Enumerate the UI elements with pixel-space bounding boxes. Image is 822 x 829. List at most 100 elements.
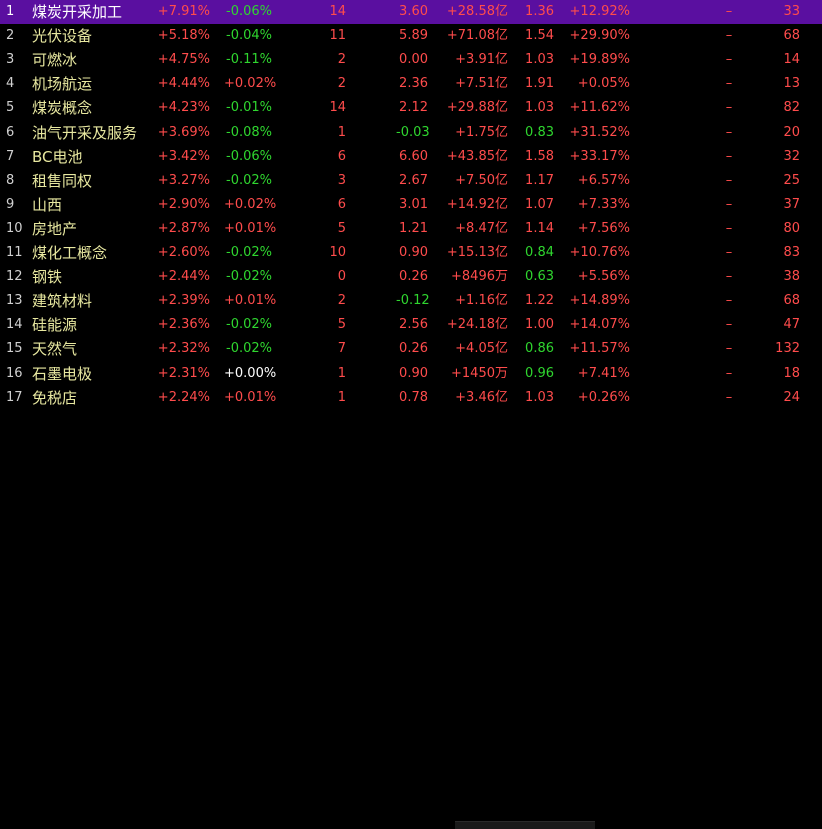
amount-value: +29.88亿 xyxy=(446,100,508,116)
amount-value: +1.16亿 xyxy=(455,293,508,309)
table-row[interactable]: 10 房地产 +2.87% +0.01% 5 1.21 +8.47亿 1.14 +7.56% – 8… xyxy=(0,217,822,241)
speed-percent: -0.11% xyxy=(226,52,272,68)
placeholder-dash: – xyxy=(725,220,733,236)
last-value: 68 xyxy=(783,28,800,44)
row-index: 4 xyxy=(6,76,15,92)
horizontal-scrollbar[interactable] xyxy=(0,410,822,829)
change-percent: +4.44% xyxy=(157,76,210,92)
percent-value: +7.41% xyxy=(577,365,630,381)
count-value: 2 xyxy=(337,76,346,92)
percent-value: +0.26% xyxy=(577,389,630,405)
price-value: 1.21 xyxy=(399,220,428,236)
speed-percent: -0.06% xyxy=(226,148,272,164)
sector-name: 可燃冰 xyxy=(32,51,78,70)
count-value: 6 xyxy=(337,148,346,164)
speed-percent: -0.02% xyxy=(226,341,272,357)
last-value: 13 xyxy=(783,76,800,92)
table-row[interactable]: 17 免税店 +2.24% +0.01% 1 0.78 +3.46亿 1.03 +0.26% – 2… xyxy=(0,386,822,410)
last-value: 20 xyxy=(783,124,800,140)
sector-name: 煤炭开采加工 xyxy=(32,3,123,21)
row-index: 8 xyxy=(6,172,15,188)
table-row[interactable]: 12 钢铁 +2.44% -0.02% 0 0.26 +8496万 0.63 +5.56% – 38 xyxy=(0,265,822,289)
table-row[interactable]: 7 BC电池 +3.42% -0.06% 6 6.60 +43.85亿 1.58 +33.17%… xyxy=(0,145,822,169)
table-row[interactable]: 14 硅能源 +2.36% -0.02% 5 2.56 +24.18亿 1.00 +14.07%… xyxy=(0,313,822,337)
percent-value: +6.57% xyxy=(577,172,630,188)
ratio-value: 0.83 xyxy=(525,124,554,140)
sector-name: 煤化工概念 xyxy=(32,244,108,262)
row-index: 10 xyxy=(6,220,23,236)
price-value: 0.78 xyxy=(399,389,428,405)
amount-value: +8.47亿 xyxy=(455,220,508,236)
last-value: 47 xyxy=(783,317,800,333)
change-percent: +3.27% xyxy=(157,172,210,188)
table-row[interactable]: 3 可燃冰 +4.75% -0.11% 2 0.00 +3.91亿 1.03 +19.89% – 1… xyxy=(0,48,822,72)
speed-percent: -0.06% xyxy=(226,4,272,19)
change-percent: +5.18% xyxy=(157,28,210,44)
price-value: 2.12 xyxy=(399,100,428,116)
table-row[interactable]: 4 机场航运 +4.44% +0.02% 2 2.36 +7.51亿 1.91 +0.05% – 1… xyxy=(0,72,822,96)
last-value: 38 xyxy=(783,269,800,285)
speed-percent: +0.01% xyxy=(224,220,277,236)
row-index: 3 xyxy=(6,52,15,68)
table-row[interactable]: 15 天然气 +2.32% -0.02% 7 0.26 +4.05亿 0.86 +11.57% –… xyxy=(0,337,822,361)
percent-value: +33.17% xyxy=(569,148,630,164)
row-index: 7 xyxy=(6,148,15,164)
last-value: 25 xyxy=(783,172,800,188)
sector-name: 机场航运 xyxy=(32,75,93,94)
price-value: 0.00 xyxy=(399,52,428,68)
sector-name: 免税店 xyxy=(32,388,78,407)
percent-value: +14.89% xyxy=(569,293,630,309)
table-row[interactable]: 1 煤炭开采加工 +7.91% -0.06% 14 3.60 +28.58亿 1.36 +12.… xyxy=(0,0,822,24)
last-value: 82 xyxy=(783,100,800,116)
percent-value: +7.56% xyxy=(577,220,630,236)
placeholder-dash: – xyxy=(725,28,733,44)
price-value: 0.90 xyxy=(399,365,428,381)
table-row[interactable]: 16 石墨电极 +2.31% +0.00% 1 0.90 +1450万 0.96 +7.41% –… xyxy=(0,362,822,386)
count-value: 14 xyxy=(329,100,346,116)
speed-percent: -0.02% xyxy=(226,269,272,285)
count-value: 2 xyxy=(337,52,346,68)
table-row[interactable]: 11 煤化工概念 +2.60% -0.02% 10 0.90 +15.13亿 0.84 +10.… xyxy=(0,241,822,265)
speed-percent: +0.01% xyxy=(224,389,277,405)
scrollbar-thumb[interactable] xyxy=(455,821,595,829)
price-value: 0.90 xyxy=(399,245,428,260)
amount-value: +7.50亿 xyxy=(455,172,508,188)
sector-name: BC电池 xyxy=(32,147,83,166)
ratio-value: 1.58 xyxy=(525,148,554,164)
count-value: 6 xyxy=(337,196,346,212)
change-percent: +4.75% xyxy=(157,52,210,68)
table-row[interactable]: 6 油气开采及服务 +3.69% -0.08% 1 -0.03 +1.75亿 0.83 +31.… xyxy=(0,121,822,145)
speed-percent: +0.01% xyxy=(224,293,277,309)
table-row[interactable]: 2 光伏设备 +5.18% -0.04% 11 5.89 +71.08亿 1.54 +29.90… xyxy=(0,24,822,48)
amount-value: +4.05亿 xyxy=(455,341,508,357)
count-value: 1 xyxy=(337,365,346,381)
percent-value: +31.52% xyxy=(569,124,630,140)
row-index: 16 xyxy=(6,365,23,381)
amount-value: +24.18亿 xyxy=(446,317,508,333)
change-percent: +2.39% xyxy=(157,293,210,309)
last-value: 33 xyxy=(783,4,800,19)
ratio-value: 0.63 xyxy=(525,269,554,285)
table-row[interactable]: 8 租售同权 +3.27% -0.02% 3 2.67 +7.50亿 1.17 +6.57% – 2… xyxy=(0,169,822,193)
sector-name: 租售同权 xyxy=(32,171,93,190)
table-row[interactable]: 13 建筑材料 +2.39% +0.01% 2 -0.12 +1.16亿 1.22 +14.89… xyxy=(0,289,822,313)
placeholder-dash: – xyxy=(725,365,733,381)
row-index: 2 xyxy=(6,28,15,44)
percent-value: +7.33% xyxy=(577,196,630,212)
speed-percent: -0.02% xyxy=(226,245,272,260)
count-value: 1 xyxy=(337,124,346,140)
table-row[interactable]: 9 山西 +2.90% +0.02% 6 3.01 +14.92亿 1.07 +7.33% – 37 xyxy=(0,193,822,217)
amount-value: +14.92亿 xyxy=(446,196,508,212)
last-value: 80 xyxy=(783,220,800,236)
amount-value: +71.08亿 xyxy=(446,28,508,44)
amount-value: +1.75亿 xyxy=(455,124,508,140)
speed-percent: -0.02% xyxy=(226,172,272,188)
price-value: 2.67 xyxy=(399,172,428,188)
change-percent: +2.32% xyxy=(157,341,210,357)
row-index: 15 xyxy=(6,341,23,357)
table-row[interactable]: 5 煤炭概念 +4.23% -0.01% 14 2.12 +29.88亿 1.03 +11.62… xyxy=(0,96,822,120)
price-value: 3.01 xyxy=(399,196,428,212)
percent-value: +29.90% xyxy=(569,28,630,44)
placeholder-dash: – xyxy=(725,100,733,116)
percent-value: +14.07% xyxy=(569,317,630,333)
